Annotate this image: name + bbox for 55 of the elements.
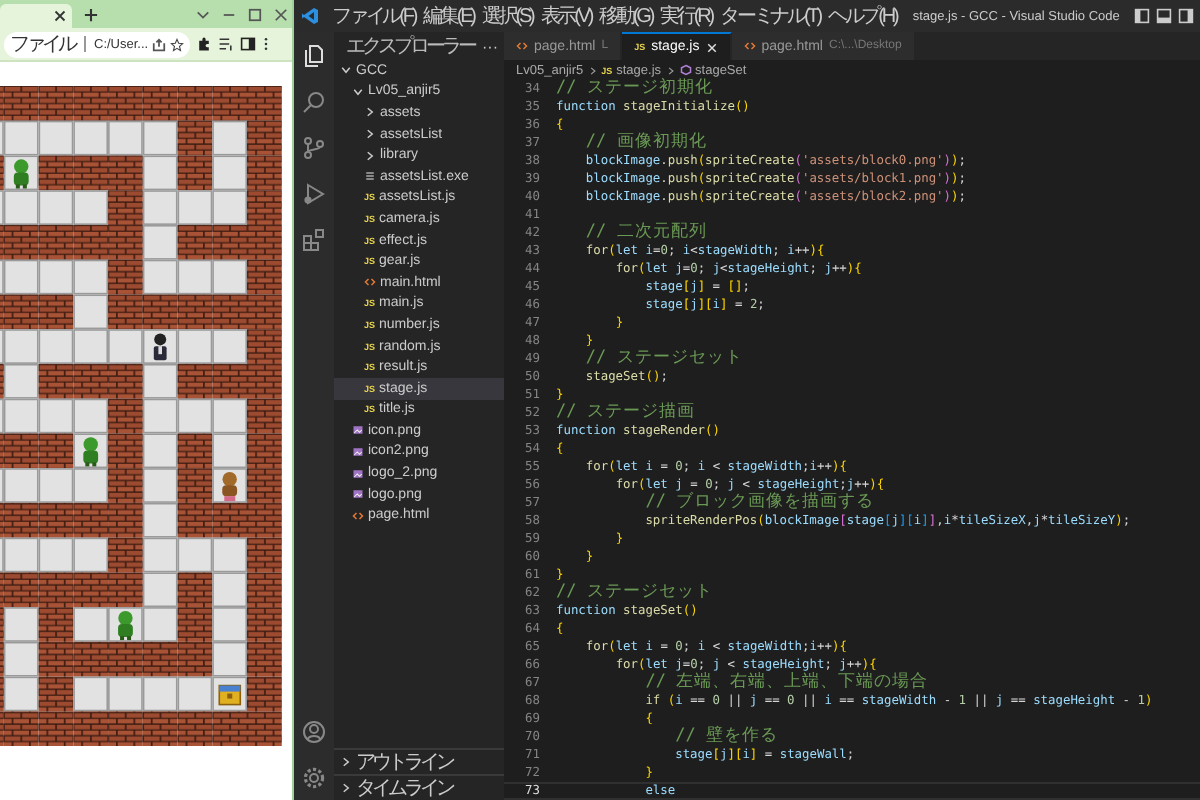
cube-icon: [679, 64, 692, 76]
source-control-icon[interactable]: [302, 136, 326, 160]
menu-item[interactable]: 選択(S): [481, 2, 533, 30]
menu-item[interactable]: ヘルプ(H): [827, 2, 897, 30]
menu-item[interactable]: ファイル(F): [332, 2, 416, 30]
chevron-icon: [587, 65, 598, 75]
code-line: // ステージセット: [556, 584, 713, 602]
code-line: // ステージ描画: [556, 404, 695, 422]
puzzle-icon[interactable]: [196, 36, 213, 52]
code-line: // ブロック画像を描画する: [643, 494, 875, 512]
menu-item[interactable]: 移動(G): [599, 2, 653, 30]
more-actions-button[interactable]: ···: [482, 37, 498, 55]
menu-item[interactable]: 表示(V): [540, 2, 592, 30]
panel-section-header[interactable]: アウトライン: [334, 748, 504, 774]
layout-icon[interactable]: [1178, 8, 1194, 24]
code-line: // ステージセット: [583, 350, 743, 368]
layout-icon[interactable]: [1134, 8, 1150, 24]
browser-tab[interactable]: [0, 4, 72, 28]
app-logo-icon: [300, 6, 320, 26]
code-line: // 左端、右端、上端、下端の場合: [643, 674, 929, 692]
panel-section-header[interactable]: タイムライン: [334, 774, 504, 800]
html-file-icon: [516, 40, 528, 52]
chevron-icon: [665, 65, 676, 75]
sidebar-icon[interactable]: [240, 36, 257, 52]
search-icon[interactable]: [302, 90, 326, 114]
html-file-icon: [364, 276, 376, 289]
html-file-icon: [352, 509, 364, 522]
files-icon[interactable]: [302, 44, 326, 68]
maximize-icon[interactable]: [248, 7, 262, 21]
image-file-icon: [352, 488, 364, 501]
account-icon[interactable]: [302, 720, 326, 744]
star-icon[interactable]: [170, 37, 185, 51]
image-file-icon: [352, 467, 364, 480]
file-icon: [364, 170, 376, 183]
close-icon[interactable]: [54, 10, 66, 22]
share-icon[interactable]: [152, 37, 167, 51]
settings-icon[interactable]: [302, 766, 326, 790]
code-line: // 二次元配列: [583, 224, 707, 242]
layout-icon[interactable]: [1156, 8, 1172, 24]
explorer-title: エクスプローラー: [346, 33, 474, 60]
html-file-icon: [743, 40, 756, 52]
extensions-icon[interactable]: [302, 228, 326, 252]
media-icon[interactable]: [218, 36, 235, 52]
menu-item[interactable]: 実行(R): [660, 2, 712, 30]
image-file-icon: [352, 424, 364, 437]
code-line: // ステージ初期化: [556, 80, 713, 98]
menu-item[interactable]: 編集(E): [423, 2, 474, 30]
chevron-down-icon[interactable]: [196, 7, 210, 21]
code-line: // 画像初期化: [583, 134, 707, 152]
run-debug-icon[interactable]: [302, 182, 326, 206]
menu-item[interactable]: ターミナル(T): [719, 2, 820, 30]
menu-icon[interactable]: [262, 36, 271, 52]
plus-icon[interactable]: [84, 7, 98, 21]
image-file-icon: [352, 445, 364, 458]
code-line: // 壁を作る: [673, 728, 778, 746]
